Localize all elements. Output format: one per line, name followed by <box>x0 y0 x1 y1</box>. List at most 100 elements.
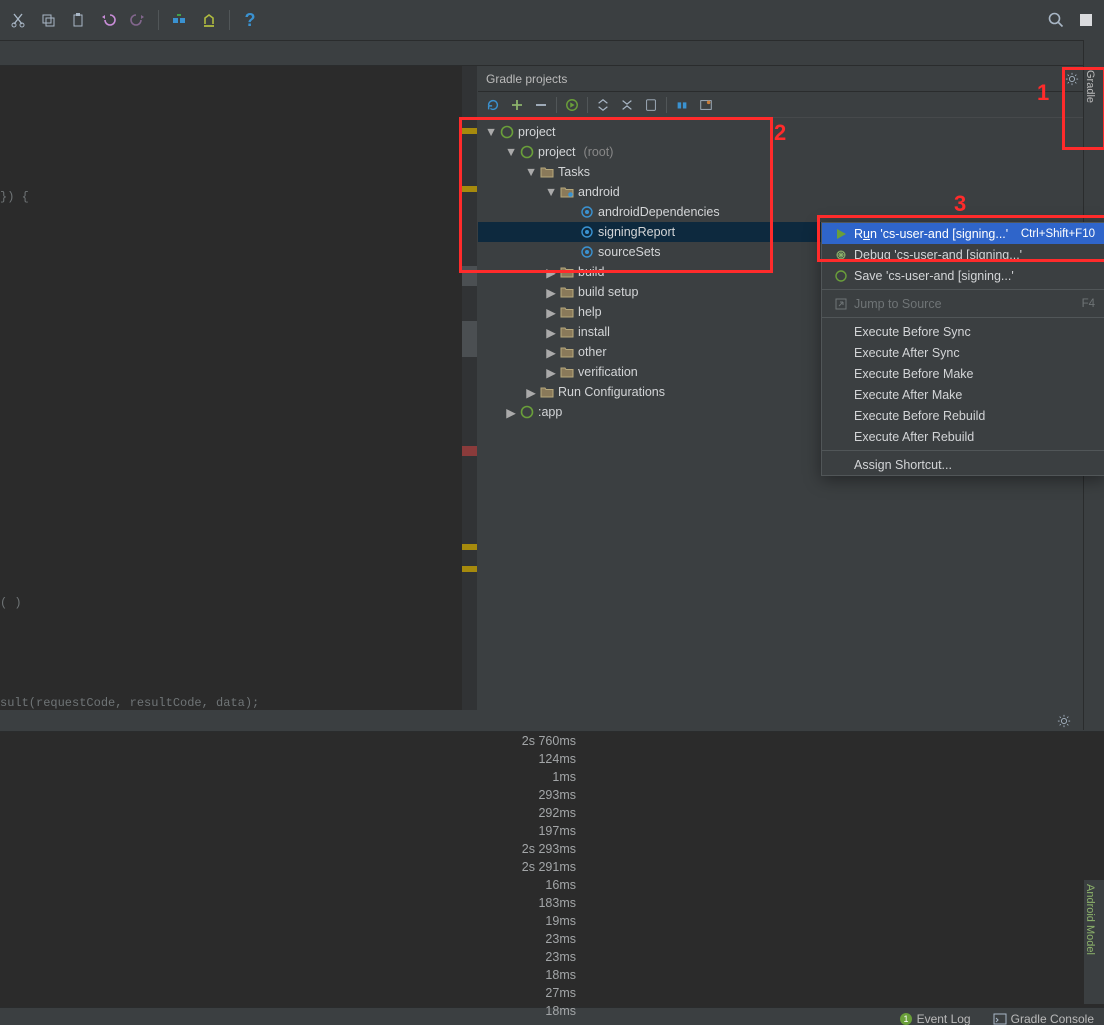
tree-label: help <box>578 305 602 319</box>
execute-icon[interactable] <box>563 96 581 114</box>
code-fragment: sult(requestCode, resultCode, data); <box>0 696 259 710</box>
menu-label: Debug 'cs-user-and [signing...' <box>854 248 1022 262</box>
chevron-right-icon: ▶ <box>544 285 558 300</box>
tree-label: :app <box>538 405 562 419</box>
chevron-right-icon: ▶ <box>544 305 558 320</box>
folder-icon <box>558 326 576 338</box>
gradle-icon <box>832 270 850 282</box>
tree-label: other <box>578 345 607 359</box>
console-line: 183ms <box>0 896 1104 914</box>
menu-label: Execute After Rebuild <box>854 430 974 444</box>
chevron-right-icon: ▶ <box>524 385 538 400</box>
console-line: 23ms <box>0 950 1104 968</box>
add-icon[interactable] <box>508 96 526 114</box>
console-line: 18ms <box>0 1004 1104 1022</box>
profile-icon[interactable] <box>1076 10 1096 30</box>
menu-debug[interactable]: Debug 'cs-user-and [signing...' <box>822 244 1104 265</box>
menu-exec-before-sync[interactable]: Execute Before Sync <box>822 321 1104 342</box>
task-icon <box>578 245 596 259</box>
gear-icon[interactable] <box>1056 711 1072 731</box>
menu-exec-before-make[interactable]: Execute Before Make <box>822 363 1104 384</box>
bug-icon <box>832 249 850 261</box>
tree-android[interactable]: ▼ android <box>478 182 1104 202</box>
jump-icon <box>832 298 850 310</box>
copy-icon[interactable] <box>38 10 58 30</box>
menu-assign-shortcut[interactable]: Assign Shortcut... <box>822 454 1104 475</box>
refresh-icon[interactable] <box>484 96 502 114</box>
menu-label: Run 'cs-user-and [signing...' <box>854 227 1008 241</box>
redo-icon[interactable] <box>128 10 148 30</box>
chevron-down-icon: ▼ <box>524 165 538 179</box>
tree-label: sourceSets <box>598 245 661 259</box>
sync-gradle-icon[interactable] <box>169 10 189 30</box>
code-fragment: }) { <box>0 190 29 204</box>
collapse-icon[interactable] <box>618 96 636 114</box>
remove-icon[interactable] <box>532 96 550 114</box>
gradle-toolbar <box>478 92 1104 118</box>
menu-label: Execute Before Sync <box>854 325 971 339</box>
menu-run[interactable]: Run 'cs-user-and [signing...' Ctrl+Shift… <box>822 223 1104 244</box>
tree-label: project <box>518 125 556 139</box>
menu-separator <box>822 317 1104 318</box>
tree-root-project[interactable]: ▼ project <box>478 122 1104 142</box>
editor-gutter <box>462 66 477 710</box>
gradle-icon <box>518 405 536 419</box>
tree-tasks[interactable]: ▼ Tasks <box>478 162 1104 182</box>
tree-label: android <box>578 185 620 199</box>
console-line: 16ms <box>0 878 1104 896</box>
device-icon[interactable] <box>642 96 660 114</box>
tree-task-androidDependencies[interactable]: androidDependencies <box>478 202 1104 222</box>
cut-icon[interactable] <box>8 10 28 30</box>
settings-icon[interactable] <box>697 96 715 114</box>
chevron-right-icon: ▶ <box>544 325 558 340</box>
search-icon[interactable] <box>1046 10 1066 30</box>
android-model-tool-tab[interactable]: Android Model <box>1084 880 1104 1004</box>
offline-icon[interactable] <box>673 96 691 114</box>
console-line: 197ms <box>0 824 1104 842</box>
gradle-icon <box>498 125 516 139</box>
console-line: 292ms <box>0 806 1104 824</box>
gradle-panel-title: Gradle projects <box>486 72 1064 86</box>
menu-separator <box>822 450 1104 451</box>
expand-icon[interactable] <box>594 96 612 114</box>
tree-label: Run Configurations <box>558 385 665 399</box>
chevron-down-icon: ▼ <box>544 185 558 199</box>
undo-icon[interactable] <box>98 10 118 30</box>
chevron-right-icon: ▶ <box>504 405 518 420</box>
run-icon <box>832 228 850 240</box>
menu-save[interactable]: Save 'cs-user-and [signing...' <box>822 265 1104 286</box>
chevron-right-icon: ▶ <box>544 265 558 280</box>
menu-jump-source: Jump to Source F4 <box>822 293 1104 314</box>
menu-shortcut: Ctrl+Shift+F10 <box>1021 228 1095 240</box>
gear-icon[interactable] <box>1064 69 1080 89</box>
menu-exec-after-sync[interactable]: Execute After Sync <box>822 342 1104 363</box>
help-icon[interactable]: ? <box>240 10 260 30</box>
tree-label: install <box>578 325 610 339</box>
menu-label: Execute After Make <box>854 388 962 402</box>
context-menu: Run 'cs-user-and [signing...' Ctrl+Shift… <box>821 222 1104 476</box>
tree-hint: (root) <box>584 145 614 159</box>
menu-label: Execute After Sync <box>854 346 960 360</box>
console-panel: 2s 760ms 124ms 1ms 293ms 292ms 197ms 2s … <box>0 710 1104 1007</box>
console-line: 2s 760ms <box>0 734 1104 752</box>
code-fragment: ( ) <box>0 596 22 610</box>
tree-label: androidDependencies <box>598 205 720 219</box>
console-line: 23ms <box>0 932 1104 950</box>
menu-exec-after-make[interactable]: Execute After Make <box>822 384 1104 405</box>
tree-subproject[interactable]: ▼ project (root) <box>478 142 1104 162</box>
folder-icon <box>558 266 576 278</box>
gradle-panel: Gradle projects ▼ project <box>478 66 1104 710</box>
paste-icon[interactable] <box>68 10 88 30</box>
console-line: 2s 293ms <box>0 842 1104 860</box>
folder-icon <box>558 306 576 318</box>
annotation-label-2: 2 <box>774 120 786 146</box>
console-line: 19ms <box>0 914 1104 932</box>
menu-label: Execute Before Make <box>854 367 974 381</box>
editor-area: }) { ( ) sult(requestCode, resultCode, d… <box>0 66 478 710</box>
gradle-icon <box>518 145 536 159</box>
menu-exec-after-rebuild[interactable]: Execute After Rebuild <box>822 426 1104 447</box>
folder-icon <box>538 386 556 398</box>
avd-icon[interactable] <box>199 10 219 30</box>
menu-exec-before-rebuild[interactable]: Execute Before Rebuild <box>822 405 1104 426</box>
folder-icon <box>558 186 576 198</box>
